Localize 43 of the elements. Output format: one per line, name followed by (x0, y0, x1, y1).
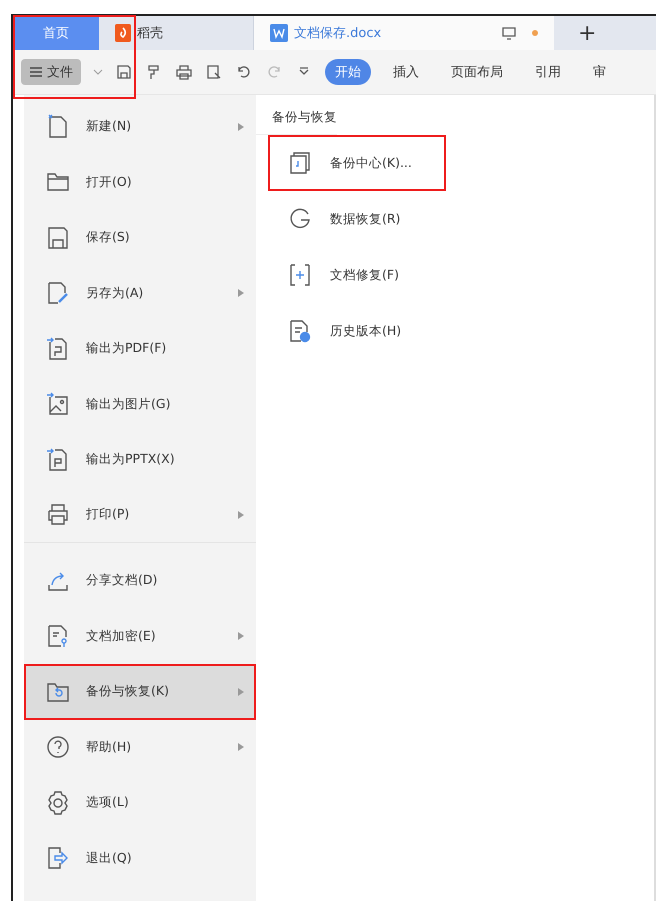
repair-document-icon (288, 262, 312, 288)
help-icon (46, 734, 70, 760)
tab[interactable]: 文档保存.docx (254, 16, 554, 50)
flame-icon (115, 24, 131, 42)
menu-item[interactable]: 输出为PPTX(X) (24, 432, 256, 488)
menu-item[interactable]: 新建(N) (24, 99, 256, 154)
submenu-title: 备份与恢复 (256, 109, 337, 135)
unsaved-dot-icon (532, 30, 538, 36)
menu-item[interactable]: 选项(L) (24, 775, 256, 830)
export-image-icon (46, 391, 70, 418)
submenu-item[interactable]: 历史版本(H) (268, 303, 446, 359)
menu-item[interactable]: 帮助(H) (24, 720, 256, 775)
submenu-item[interactable]: 数据恢复(R) (268, 191, 446, 247)
menu-item[interactable]: 输出为图片(G) (24, 376, 256, 432)
menu-item[interactable]: 备份与恢复(K) (24, 664, 256, 720)
history-icon (288, 318, 312, 344)
ribbon-tab[interactable]: 开始 (325, 59, 371, 85)
menu-item[interactable]: 退出(Q) (24, 830, 256, 886)
ribbon-tab[interactable]: 引用 (525, 59, 571, 85)
save-icon[interactable] (115, 63, 133, 81)
file-menu-button[interactable]: 文件 (21, 59, 81, 85)
ribbon-tab[interactable]: 页面布局 (441, 59, 513, 85)
menu-item[interactable]: 文档加密(E) (24, 608, 256, 664)
backup-icon (288, 150, 312, 176)
settings-icon (46, 790, 70, 816)
menu-icon (29, 66, 43, 78)
menu-item[interactable]: 输出为PDF(F) (24, 321, 256, 376)
save-icon (46, 224, 70, 251)
menu-item[interactable]: 另存为(A) (24, 266, 256, 321)
print-preview-icon[interactable] (205, 63, 223, 81)
printer-icon[interactable] (175, 63, 193, 81)
ribbon-tab[interactable]: 审 (583, 59, 616, 85)
menu-item[interactable]: 保存(S) (24, 210, 256, 266)
new-tab-button[interactable]: + (554, 20, 620, 46)
menu-item[interactable]: 打开(O) (24, 154, 256, 210)
menu-item[interactable]: 分享文档(D) (24, 553, 256, 608)
submenu-item[interactable]: 备份中心(K)... (268, 135, 446, 191)
exit-icon (46, 845, 70, 872)
word-document-icon (270, 24, 288, 42)
document-pencil-icon (46, 280, 70, 306)
ribbon-tab[interactable]: 插入 (383, 59, 429, 85)
caret-icon[interactable] (93, 69, 103, 75)
submenu-item[interactable]: 文档修复(F) (268, 247, 446, 303)
